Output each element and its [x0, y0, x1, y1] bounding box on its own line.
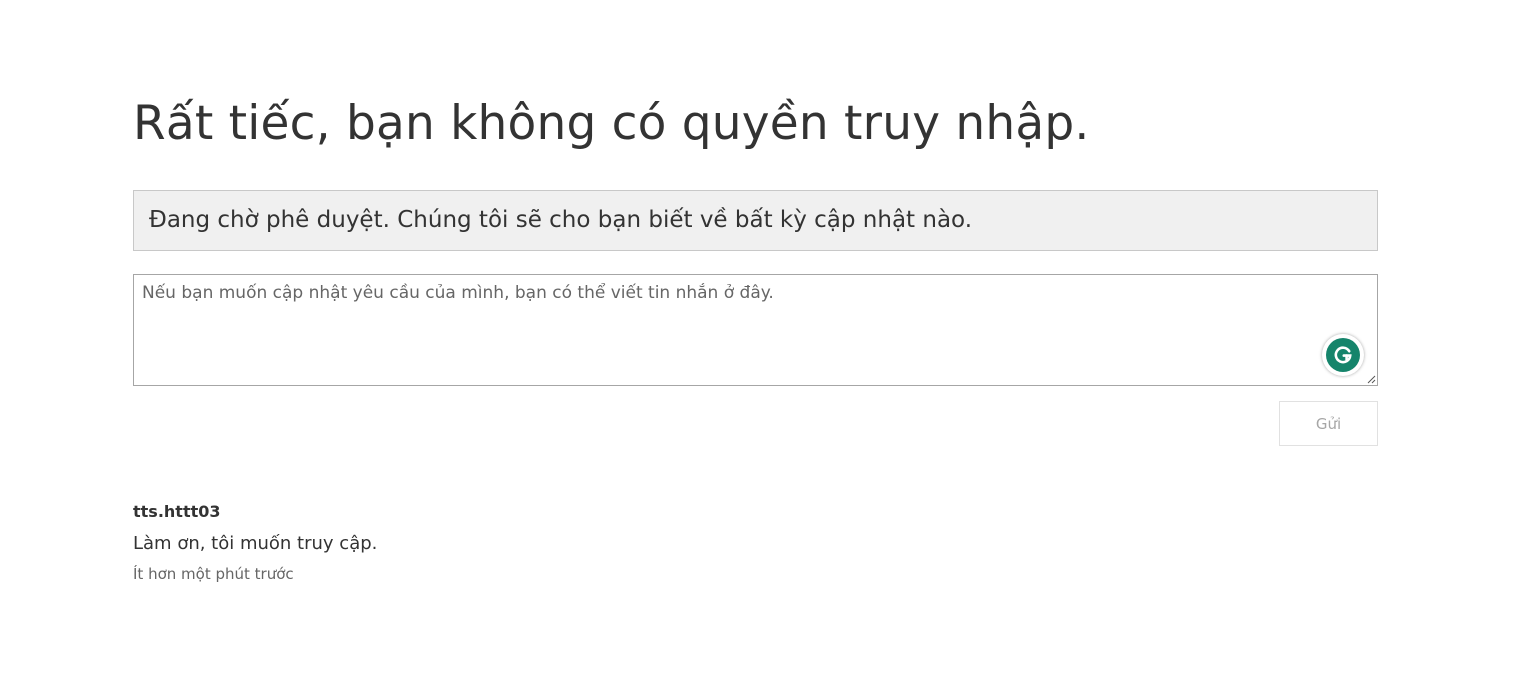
status-text: Đang chờ phê duyệt. Chúng tôi sẽ cho bạn…: [149, 207, 973, 233]
message-input[interactable]: [134, 275, 1377, 385]
request-time: Ít hơn một phút trước: [133, 565, 294, 583]
request-author: tts.httt03: [133, 502, 221, 521]
message-box: [133, 274, 1378, 386]
send-button[interactable]: Gửi: [1279, 401, 1378, 446]
status-banner: Đang chờ phê duyệt. Chúng tôi sẽ cho bạn…: [133, 190, 1378, 251]
grammarly-logo: [1326, 338, 1360, 372]
request-message: Làm ơn, tôi muốn truy cập.: [133, 533, 378, 554]
page-title: Rất tiếc, bạn không có quyền truy nhập.: [133, 96, 1090, 151]
grammarly-icon[interactable]: [1322, 334, 1364, 376]
resize-handle-icon[interactable]: [1366, 374, 1376, 384]
